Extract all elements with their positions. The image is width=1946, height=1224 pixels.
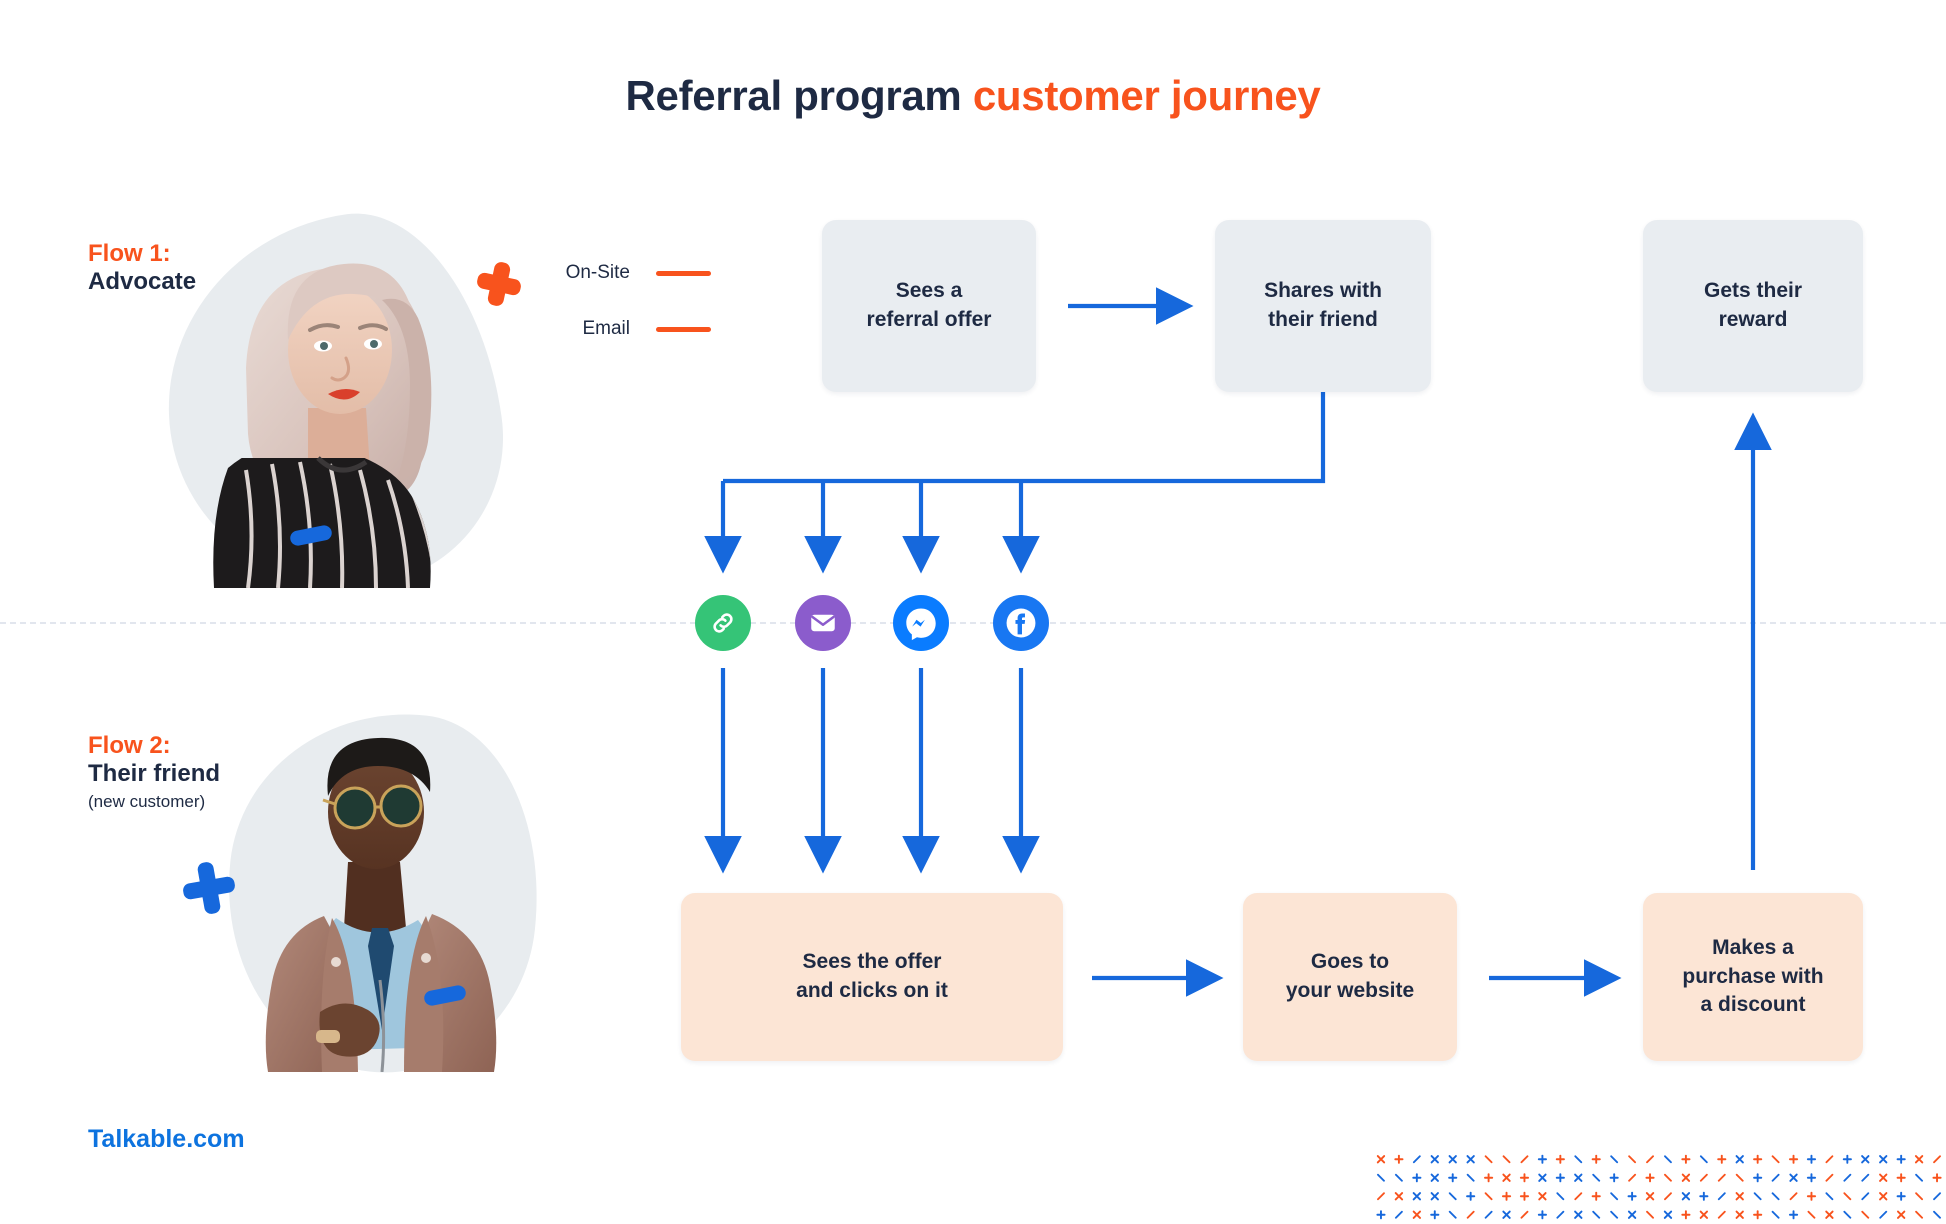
connector-shares-to-bus [723,392,1326,484]
node-sees-referral-offer[interactable]: Sees a referral offer [822,220,1036,392]
title-accent: customer journey [972,72,1321,119]
link-glyph [713,613,733,633]
facebook-glyph [1006,608,1036,638]
friend-portrait [210,696,556,1088]
node-shares-with-friend[interactable]: Shares with their friend [1215,220,1431,392]
blue-plus-accent [179,858,239,918]
flow-2-label: Flow 2: Their friend (new customer) [88,732,220,814]
node-gets-reward[interactable]: Gets their reward [1643,220,1863,392]
messenger-glyph [906,608,936,641]
legend-onsite: On-Site [524,262,711,284]
legend-onsite-label: On-Site [565,262,630,283]
envelope-glyph [811,614,835,632]
orange-plus-accent [473,258,525,310]
node-makes-purchase[interactable]: Makes a purchase with a discount [1643,893,1863,1061]
legend-onsite-line [656,270,711,276]
flow-2-subtitle: (new customer) [88,791,206,811]
title-primary: Referral program [625,72,973,119]
legend-email-line [656,326,711,332]
decorative-pattern [1376,1154,1942,1220]
advocate-photo [213,263,432,588]
messenger-icon[interactable] [893,595,949,651]
flow-divider [0,622,1946,624]
flow-2-name: Their friend [88,760,221,788]
email-icon[interactable] [795,595,851,651]
page-title: Referral program customer journey [0,72,1946,120]
friend-photo [265,737,497,1072]
link-icon[interactable] [695,595,751,651]
brand-wordmark[interactable]: Talkable.com [88,1125,245,1154]
infographic-canvas: Referral program customer journey Flow 1… [0,0,1946,1224]
node-sees-offer-clicks[interactable]: Sees the offer and clicks on it [681,893,1063,1061]
legend-email-label: Email [582,318,630,339]
flow-2-kicker: Flow 2: [88,732,171,759]
facebook-icon[interactable] [993,595,1049,651]
legend-email: Email [524,318,711,340]
advocate-portrait [143,196,523,610]
node-goes-to-website[interactable]: Goes to your website [1243,893,1457,1061]
